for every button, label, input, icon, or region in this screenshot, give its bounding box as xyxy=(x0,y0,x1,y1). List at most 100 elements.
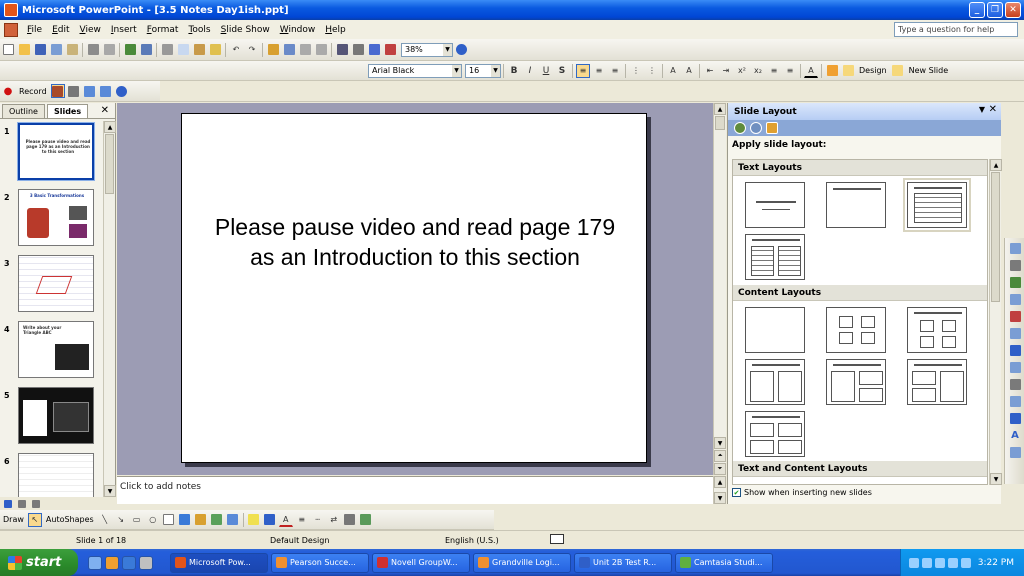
scroll-down-icon[interactable]: ▼ xyxy=(714,492,726,504)
insert-diagram-icon[interactable] xyxy=(314,43,328,57)
toolbar-tool-icon[interactable] xyxy=(1008,326,1022,340)
undo-icon[interactable]: ↶ xyxy=(229,43,243,57)
tray-icon[interactable] xyxy=(908,557,919,568)
scroll-up-icon[interactable]: ▲ xyxy=(990,159,1002,171)
record-settings-icon[interactable] xyxy=(99,84,113,98)
layout-title-and-text[interactable] xyxy=(903,178,971,232)
arrow-style-icon[interactable]: ⇄ xyxy=(327,513,341,527)
help-search-input[interactable]: Type a question for help xyxy=(894,22,1018,37)
insert-chart-icon[interactable] xyxy=(266,43,280,57)
slide-sorter-view-icon[interactable] xyxy=(17,499,27,509)
toolbar-tool-icon[interactable] xyxy=(1008,275,1022,289)
toolbar-tool-icon[interactable] xyxy=(1008,394,1022,408)
menu-window[interactable]: Window xyxy=(275,25,321,35)
diagram-icon[interactable] xyxy=(194,513,208,527)
clip-art-icon[interactable] xyxy=(210,513,224,527)
slide-thumbnail-4[interactable]: 4 Write about your Triangle ABC xyxy=(0,321,104,381)
minimize-button[interactable]: _ xyxy=(969,2,985,18)
task-pane-menu-icon[interactable]: ▼ xyxy=(979,105,985,114)
record-options-icon[interactable] xyxy=(83,84,97,98)
toolbar-tool-icon[interactable] xyxy=(1008,377,1022,391)
layout-title-slide[interactable] xyxy=(745,182,805,228)
layout-title-and-content[interactable] xyxy=(907,307,967,353)
slide-1[interactable]: Please pause video and read page 179 as … xyxy=(181,113,647,463)
font-color-icon[interactable]: A xyxy=(804,64,818,78)
color-grayscale-icon[interactable] xyxy=(383,43,397,57)
toolbar-tool-icon[interactable] xyxy=(1008,241,1022,255)
scroll-thumb[interactable] xyxy=(991,172,1000,302)
normal-view-icon[interactable] xyxy=(3,499,13,509)
layout-title-only[interactable] xyxy=(826,182,886,228)
taskbar-item-grandville[interactable]: Grandville Logi... xyxy=(473,552,571,573)
zoom-select[interactable]: 38% ▼ xyxy=(401,42,453,57)
slide-thumbnail-2[interactable]: 2 3 Basic Transformations xyxy=(0,189,104,249)
font-color-icon[interactable]: A xyxy=(278,513,293,527)
taskbar-item-camtasia[interactable]: Camtasia Studi... xyxy=(675,552,773,573)
text-box-icon[interactable] xyxy=(162,513,176,527)
slide-thumbnail-5[interactable]: 5 xyxy=(0,387,104,447)
italic-button[interactable]: I xyxy=(523,64,537,78)
align-right-icon[interactable]: ≡ xyxy=(608,64,622,78)
close-button[interactable]: ✕ xyxy=(1005,2,1021,18)
increase-font-icon[interactable]: A xyxy=(666,64,680,78)
slides-scrollbar[interactable]: ▲ ▼ xyxy=(103,121,116,497)
tray-icon[interactable] xyxy=(960,557,971,568)
menu-help[interactable]: Help xyxy=(320,25,351,35)
scroll-down-icon[interactable]: ▼ xyxy=(714,437,726,449)
font-size-select[interactable]: 16 ▼ xyxy=(465,63,501,78)
insert-table-icon[interactable] xyxy=(282,43,296,57)
redo-icon[interactable]: ↷ xyxy=(245,43,259,57)
toolbar-tool-icon[interactable] xyxy=(1008,258,1022,272)
next-slide-icon[interactable]: ⏷ xyxy=(714,463,726,475)
select-objects-icon[interactable]: ↖ xyxy=(27,512,42,527)
slide-thumbnail-3[interactable]: 3 xyxy=(0,255,104,315)
toolbar-tool-icon[interactable] xyxy=(1008,360,1022,374)
document-icon[interactable] xyxy=(4,22,18,37)
decrease-indent-icon[interactable]: ⇤ xyxy=(703,64,717,78)
notes-pane[interactable]: Click to add notes xyxy=(117,476,713,504)
print-preview-icon[interactable] xyxy=(102,43,116,57)
close-panel-button[interactable]: ✕ xyxy=(101,105,109,116)
record-help-icon[interactable] xyxy=(115,84,129,98)
layout-content[interactable] xyxy=(826,307,886,353)
tray-icon[interactable] xyxy=(947,557,958,568)
3d-style-icon[interactable] xyxy=(359,513,373,527)
clock[interactable]: 3:22 PM xyxy=(978,558,1014,568)
menu-edit[interactable]: Edit xyxy=(47,25,74,35)
justify-icon[interactable]: ≡ xyxy=(767,64,781,78)
quick-launch-icon[interactable] xyxy=(105,555,119,570)
tray-icon[interactable] xyxy=(921,557,932,568)
record-button[interactable]: Record xyxy=(16,87,50,96)
copy-icon[interactable] xyxy=(176,43,190,57)
forward-icon[interactable] xyxy=(750,122,762,134)
back-icon[interactable] xyxy=(734,122,746,134)
task-pane-close-icon[interactable]: ✕ xyxy=(989,104,997,115)
taskbar-item-groupwise[interactable]: Novell GroupW... xyxy=(372,552,470,573)
menu-format[interactable]: Format xyxy=(142,25,184,35)
slide-thumbnail-1[interactable]: 1 Please pause video and read page 179 a… xyxy=(0,122,104,183)
decrease-font-icon[interactable]: A xyxy=(682,64,696,78)
font-select[interactable]: Arial Black ▼ xyxy=(368,63,462,78)
home-icon[interactable] xyxy=(766,122,778,134)
quick-launch-icon[interactable] xyxy=(139,555,153,570)
scroll-down-icon[interactable]: ▼ xyxy=(990,473,1002,485)
layout-title-two-column-text[interactable] xyxy=(745,234,805,280)
shadow-style-icon[interactable] xyxy=(343,513,357,527)
notes-scrollbar[interactable]: ▲ ▼ xyxy=(713,476,726,504)
new-icon[interactable] xyxy=(1,43,15,57)
research-icon[interactable] xyxy=(139,43,153,57)
fill-color-icon[interactable] xyxy=(247,513,261,527)
bullets-icon[interactable]: ⋮ xyxy=(645,64,659,78)
maximize-button[interactable]: ❐ xyxy=(987,2,1003,18)
menu-file[interactable]: File xyxy=(22,25,47,35)
cut-icon[interactable] xyxy=(160,43,174,57)
line-spacing-icon[interactable]: ≡ xyxy=(783,64,797,78)
menu-tools[interactable]: Tools xyxy=(183,25,215,35)
email-icon[interactable] xyxy=(65,43,79,57)
subscript-icon[interactable]: x₂ xyxy=(751,64,765,78)
design-button[interactable]: Design xyxy=(856,66,890,75)
record-camera-icon[interactable] xyxy=(67,84,81,98)
show-grid-icon[interactable] xyxy=(367,43,381,57)
paste-icon[interactable] xyxy=(192,43,206,57)
slide-canvas-scrollbar[interactable]: ▲ ▼ ⏶ ⏷ xyxy=(713,103,726,475)
